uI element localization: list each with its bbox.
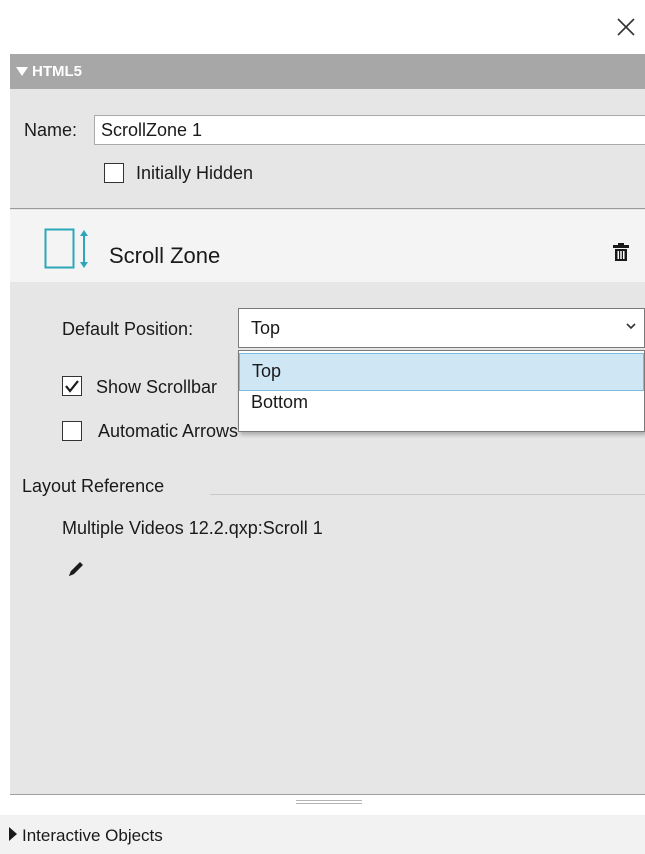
initially-hidden-checkbox[interactable] [104, 163, 124, 183]
resize-grip[interactable] [296, 800, 362, 806]
option-bottom[interactable]: Bottom [239, 392, 644, 431]
panel-header-title: HTML5 [32, 63, 82, 80]
name-label: Name: [24, 120, 78, 140]
scroll-zone-title: Scroll Zone [109, 243, 221, 268]
collapse-triangle-icon [16, 67, 28, 76]
name-field[interactable]: ScrollZone 1 [94, 115, 645, 145]
interactive-objects-panel[interactable]: Interactive Objects [0, 815, 645, 854]
show-scrollbar-checkbox[interactable] [62, 376, 82, 396]
option-top[interactable]: Top [239, 353, 644, 391]
interactive-objects-label: Interactive Objects [22, 826, 163, 845]
pencil-icon[interactable] [66, 559, 86, 579]
default-position-options: Top Bottom [238, 350, 645, 432]
default-position-select[interactable]: Top [238, 308, 645, 348]
layout-reference-divider [210, 494, 645, 495]
bottom-divider [10, 794, 645, 795]
scroll-zone-icon [44, 228, 88, 269]
layout-reference-value: Multiple Videos 12.2.qxp:Scroll 1 [62, 518, 323, 538]
trash-icon[interactable] [612, 243, 630, 263]
show-scrollbar-label: Show Scrollbar [96, 377, 218, 397]
close-icon [617, 18, 635, 36]
panel-header[interactable]: HTML5 [10, 54, 645, 89]
close-button[interactable] [612, 10, 640, 40]
scroll-zone-header [10, 210, 645, 282]
automatic-arrows-label: Automatic Arrows [98, 421, 239, 441]
layout-reference-label: Layout Reference [22, 476, 165, 496]
expand-triangle-icon [9, 827, 17, 841]
initially-hidden-label: Initially Hidden [136, 163, 254, 183]
section-divider [10, 208, 645, 209]
default-position-label: Default Position: [62, 319, 194, 339]
option-bottom-label: Bottom [251, 392, 309, 412]
checkmark-icon [65, 380, 79, 393]
automatic-arrows-checkbox[interactable] [62, 421, 82, 441]
option-top-label: Top [252, 361, 282, 381]
default-position-value: Top [251, 318, 281, 338]
chevron-down-icon [626, 323, 636, 330]
